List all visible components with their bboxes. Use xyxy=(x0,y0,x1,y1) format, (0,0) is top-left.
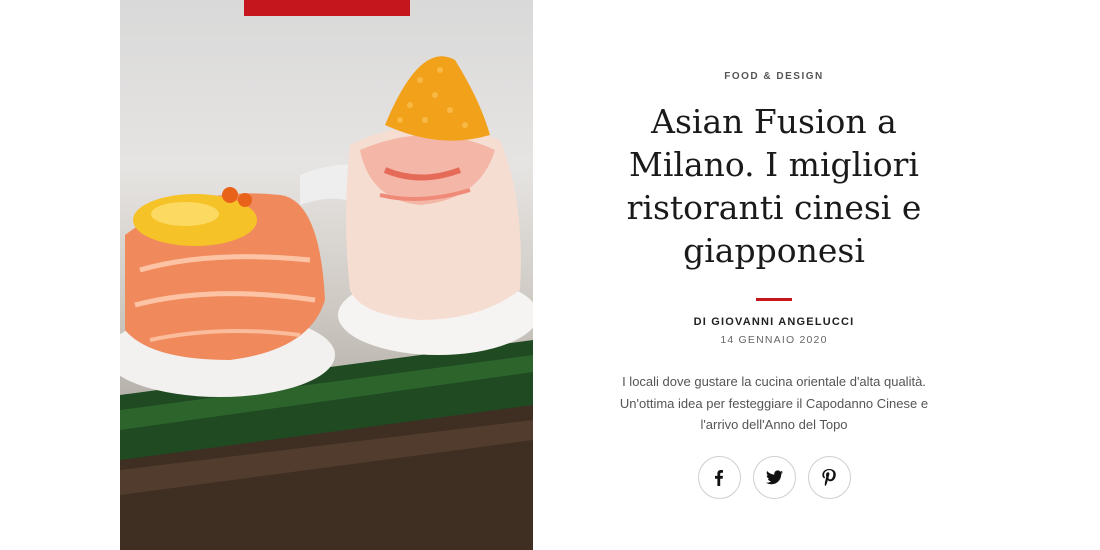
pinterest-icon xyxy=(822,469,836,486)
title-divider xyxy=(756,298,792,301)
sushi-photo xyxy=(120,56,533,550)
article-date: 14 GENNAIO 2020 xyxy=(720,334,828,346)
facebook-share-button[interactable] xyxy=(697,456,741,499)
article-category[interactable]: FOOD & DESIGN xyxy=(600,71,948,82)
share-buttons xyxy=(600,456,948,499)
article-hero-image[interactable] xyxy=(120,0,533,550)
facebook-icon xyxy=(715,469,723,486)
article-title[interactable]: Asian Fusion a Milano. I migliori ristor… xyxy=(600,100,948,272)
header-accent-tab xyxy=(244,0,410,16)
article-info: FOOD & DESIGN Asian Fusion a Milano. I m… xyxy=(600,0,948,550)
pinterest-share-button[interactable] xyxy=(807,456,851,499)
article-description: I locali dove gustare la cucina oriental… xyxy=(619,374,929,432)
article-author[interactable]: DI GIOVANNI ANGELUCCI xyxy=(600,316,948,328)
twitter-share-button[interactable] xyxy=(752,456,796,499)
twitter-icon xyxy=(765,470,783,485)
